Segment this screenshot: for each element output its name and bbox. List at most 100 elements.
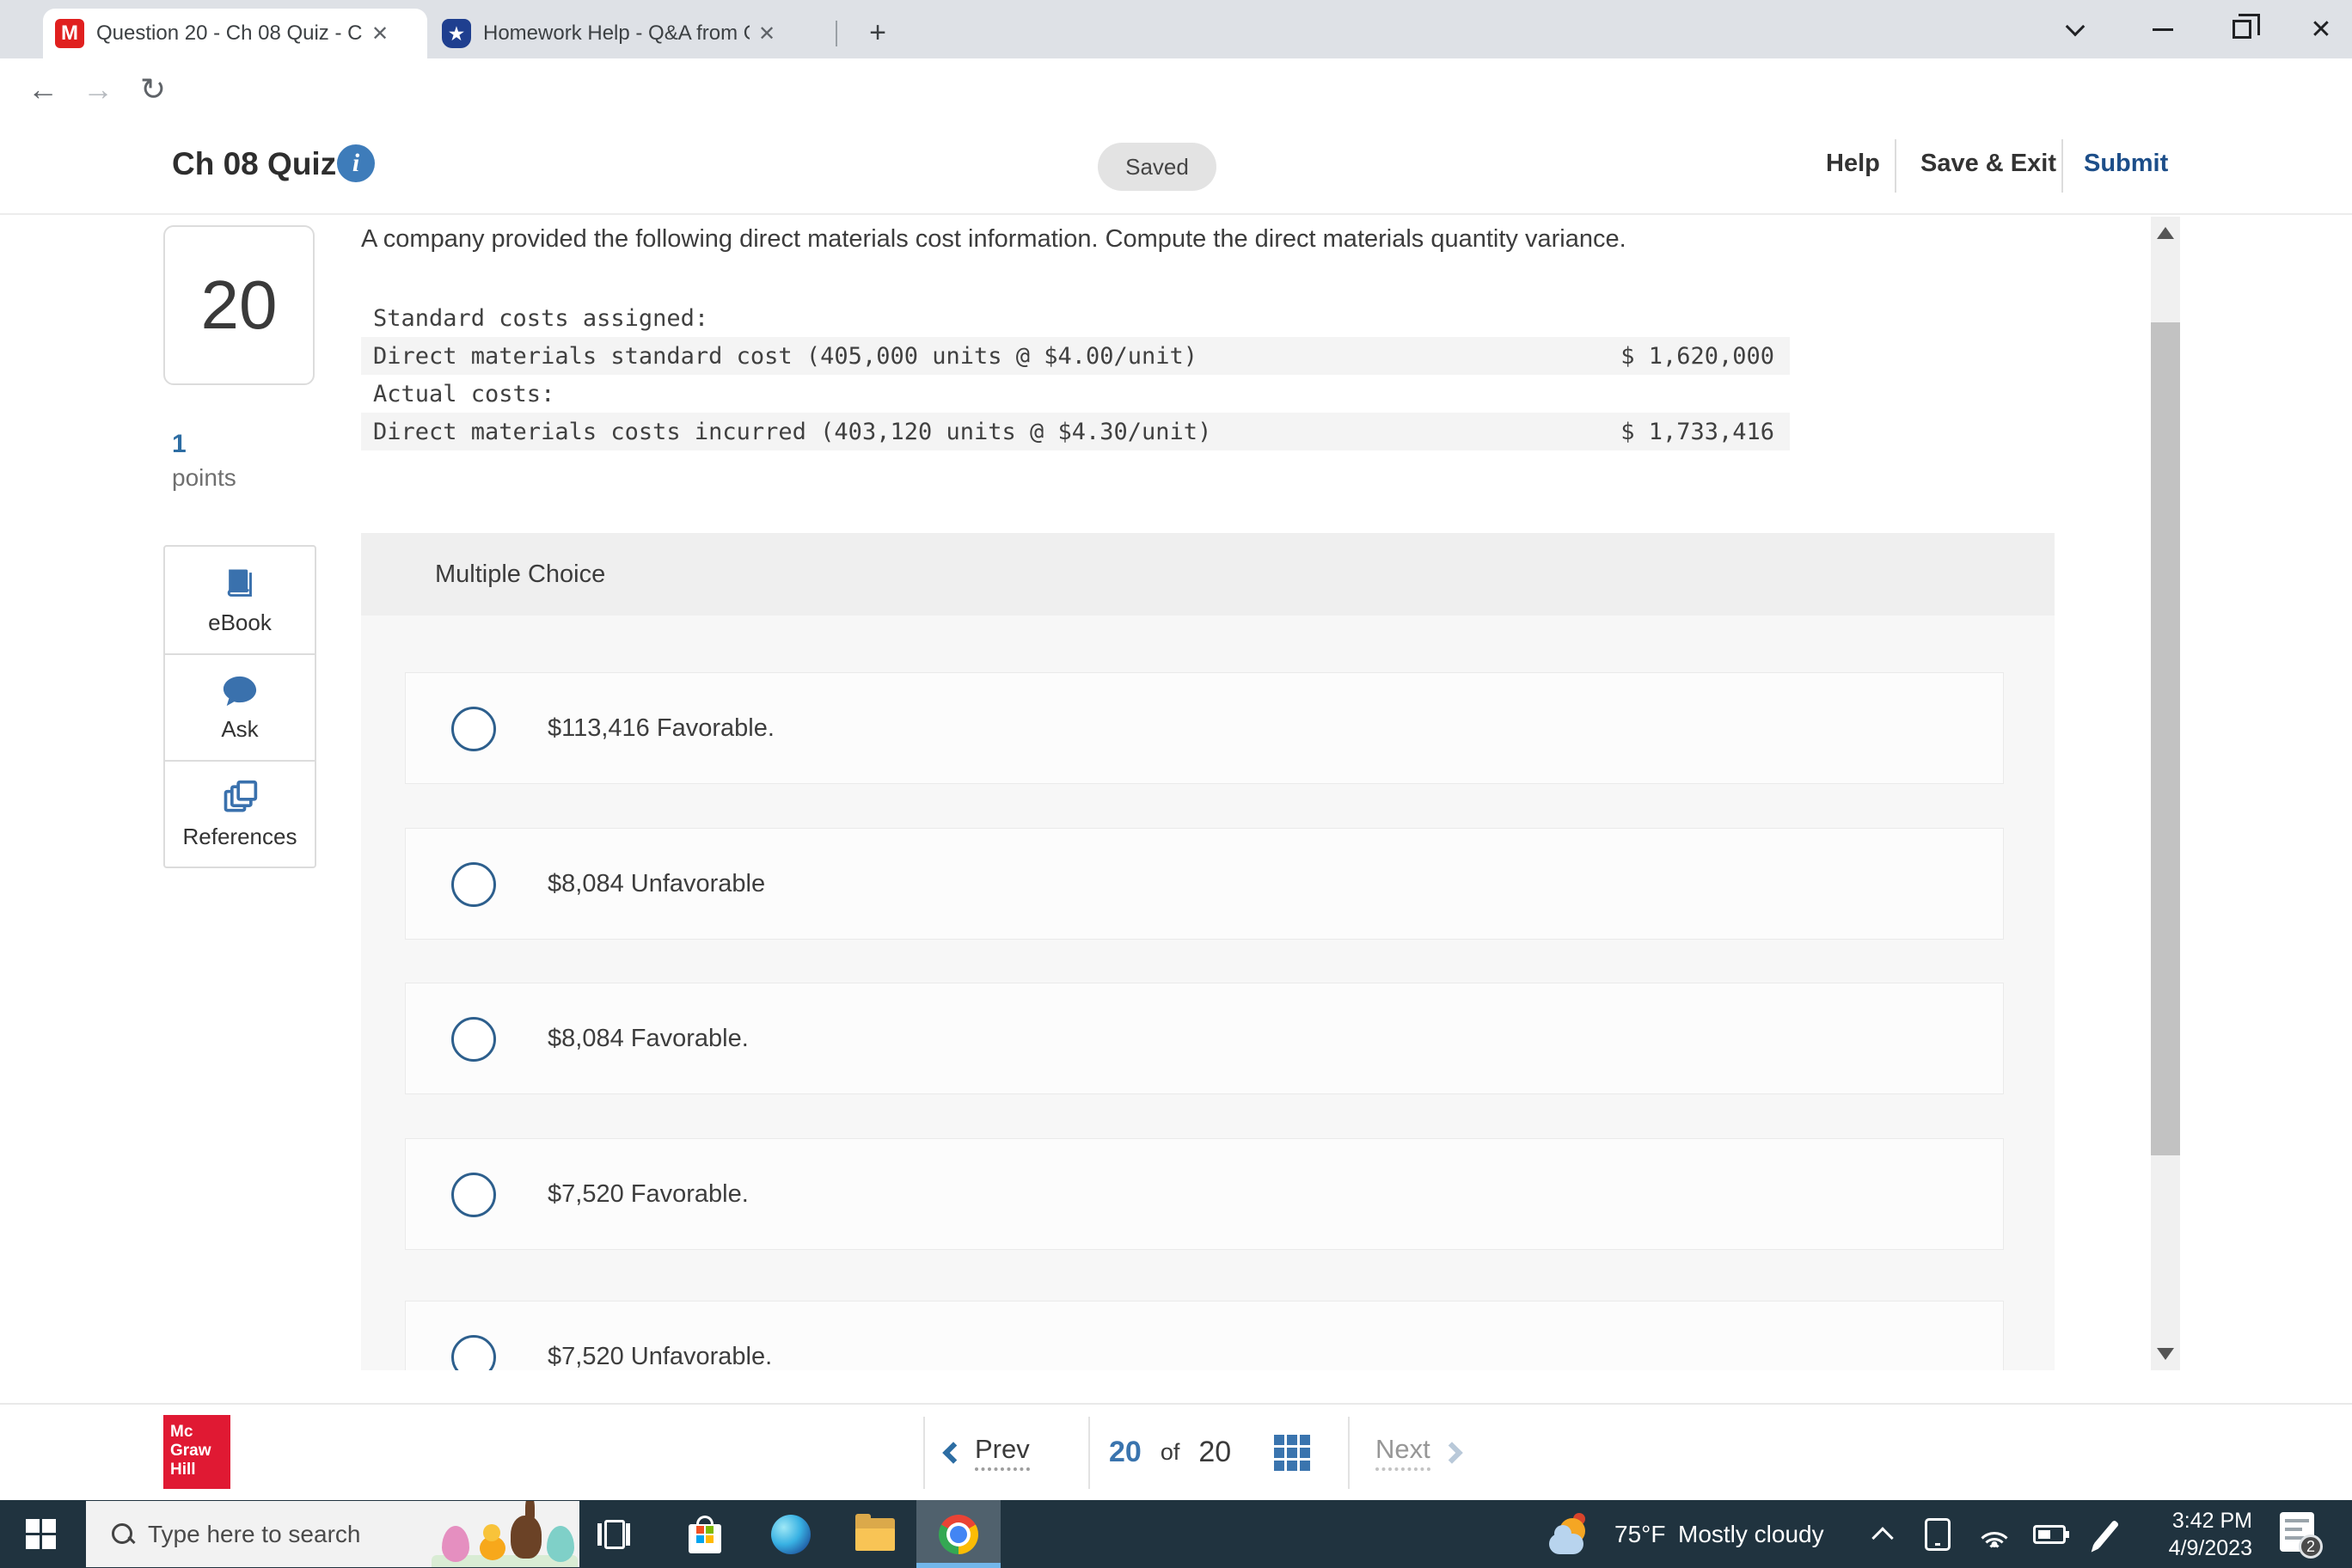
weather-desc[interactable]: Mostly cloudy xyxy=(1678,1500,1824,1568)
radio-button[interactable] xyxy=(451,1173,496,1217)
question-type-band: Multiple Choice xyxy=(361,533,2055,616)
chevron-right-icon xyxy=(1441,1441,1463,1464)
ask-button[interactable]: Ask xyxy=(165,653,315,760)
tablet-sync-icon[interactable] xyxy=(1910,1500,1965,1568)
question-prompt: A company provided the following direct … xyxy=(361,225,1626,253)
tab-search-icon[interactable] xyxy=(2055,12,2096,46)
taskbar-clock[interactable]: 3:42 PM 4/9/2023 xyxy=(2098,1500,2252,1568)
chevron-left-icon xyxy=(942,1441,965,1464)
close-window-button[interactable]: ✕ xyxy=(2300,12,2342,46)
row-label: Direct materials costs incurred (403,120… xyxy=(373,418,1212,445)
notification-badge: 2 xyxy=(2299,1534,2323,1559)
references-label: References xyxy=(182,823,297,849)
option-b[interactable]: $8,084 Unfavorable xyxy=(405,828,2004,940)
table-row: Direct materials standard cost (405,000 … xyxy=(361,337,1790,375)
ask-label: Ask xyxy=(221,715,259,742)
reload-icon[interactable]: ↻ xyxy=(129,58,177,120)
notification-center-icon[interactable]: 2 xyxy=(2280,1512,2323,1559)
tab-separator xyxy=(836,21,837,46)
time: 3:42 PM xyxy=(2171,1508,2252,1533)
radio-button[interactable] xyxy=(451,707,496,751)
footer-separator xyxy=(1088,1417,1090,1489)
tab-question-20[interactable]: M Question 20 - Ch 08 Quiz - Conn ✕ xyxy=(43,9,427,58)
weather-icon[interactable] xyxy=(1532,1500,1614,1568)
quiz-title: Ch 08 Quiz xyxy=(172,146,337,181)
easter-decoration xyxy=(429,1501,579,1567)
desktop-screen: M Question 20 - Ch 08 Quiz - Conn ✕ ★ Ho… xyxy=(0,0,2352,1568)
scrollbar-thumb[interactable] xyxy=(2151,322,2180,1155)
question-number-card: 20 xyxy=(163,225,315,385)
edge-icon[interactable] xyxy=(750,1500,832,1568)
wifi-icon[interactable] xyxy=(1967,1500,2022,1568)
row-label: Direct materials standard cost (405,000 … xyxy=(373,342,1198,370)
info-icon[interactable]: i xyxy=(337,144,375,182)
option-a[interactable]: $113,416 Favorable. xyxy=(405,672,2004,784)
radio-button[interactable] xyxy=(451,1017,496,1062)
mcgraw-hill-logo: Mc Graw Hill xyxy=(163,1415,230,1489)
windows-taskbar: Type here to search 75°F Mostly cloudy 3… xyxy=(0,1500,2352,1568)
help-link[interactable]: Help xyxy=(1826,150,1880,178)
row-amount: $ 1,620,000 xyxy=(1620,342,1774,370)
task-view-icon[interactable] xyxy=(573,1500,655,1568)
scroll-down-icon[interactable] xyxy=(2157,1348,2174,1360)
quiz-header: Ch 08 Quiz i Saved Help Save & Exit Subm… xyxy=(0,120,2352,215)
option-label: $8,084 Favorable. xyxy=(548,1024,749,1052)
points-label: points xyxy=(172,464,236,491)
footer-separator xyxy=(923,1417,925,1489)
current-page: 20 xyxy=(1109,1436,1142,1468)
date: 4/9/2023 xyxy=(2168,1535,2252,1560)
minimize-button[interactable] xyxy=(2142,12,2184,46)
option-c[interactable]: $8,084 Favorable. xyxy=(405,983,2004,1094)
question-number: 20 xyxy=(200,266,278,343)
start-button-icon[interactable] xyxy=(26,1519,56,1549)
question-tools: eBook Ask References xyxy=(163,545,316,868)
answer-options: $113,416 Favorable. $8,084 Unfavorable $… xyxy=(361,616,2055,1370)
table-row: Direct materials costs incurred (403,120… xyxy=(361,413,1790,450)
submit-link[interactable]: Submit xyxy=(2084,150,2168,178)
page-indicator: 20 of 20 xyxy=(1109,1405,1311,1500)
question-type-label: Multiple Choice xyxy=(435,560,606,588)
ebook-button[interactable]: eBook xyxy=(165,547,315,653)
microsoft-store-icon[interactable] xyxy=(664,1500,746,1568)
row-amount: $ 1,733,416 xyxy=(1620,418,1774,445)
content-scrollbar[interactable] xyxy=(2151,217,2180,1370)
total-pages: 20 xyxy=(1198,1436,1232,1468)
row-label: Standard costs assigned: xyxy=(373,304,709,332)
references-button[interactable]: References xyxy=(165,760,315,867)
tab-close-icon[interactable]: ✕ xyxy=(371,21,389,46)
radio-button[interactable] xyxy=(451,1335,496,1370)
prev-button[interactable]: Prev xyxy=(942,1405,1030,1500)
mcgraw-favicon: M xyxy=(55,19,84,48)
weather-temp[interactable]: 75°F xyxy=(1614,1500,1665,1568)
save-exit-link[interactable]: Save & Exit xyxy=(1920,150,2056,178)
show-hidden-icons-chevron[interactable] xyxy=(1855,1500,1910,1568)
ebook-label: eBook xyxy=(208,609,272,635)
restore-button[interactable] xyxy=(2221,12,2263,46)
prev-label[interactable]: Prev xyxy=(975,1434,1030,1471)
forward-icon: → xyxy=(83,71,113,107)
tab-homework-help[interactable]: ★ Homework Help - Q&A from Onl ✕ xyxy=(430,9,827,58)
tab-close-icon[interactable]: ✕ xyxy=(758,21,775,46)
question-map-grid-icon[interactable] xyxy=(1274,1434,1311,1471)
chrome-taskbar-button[interactable] xyxy=(916,1500,1001,1568)
pages-icon xyxy=(224,780,258,812)
table-row: Actual costs: xyxy=(361,375,1790,413)
battery-icon[interactable] xyxy=(2022,1500,2077,1568)
browser-tab-bar: M Question 20 - Ch 08 Quiz - Conn ✕ ★ Ho… xyxy=(0,0,2352,58)
scroll-up-icon[interactable] xyxy=(2157,227,2174,239)
back-icon[interactable]: ← xyxy=(19,58,67,120)
taskbar-search[interactable]: Type here to search xyxy=(86,1501,579,1567)
next-label[interactable]: Next xyxy=(1375,1434,1430,1471)
tab-title: Homework Help - Q&A from Onl xyxy=(483,21,750,45)
radio-button[interactable] xyxy=(451,862,496,907)
new-tab-button[interactable]: + xyxy=(860,15,896,52)
file-explorer-icon[interactable] xyxy=(834,1500,916,1568)
option-label: $7,520 Favorable. xyxy=(548,1179,749,1208)
cost-table: Standard costs assigned: Direct material… xyxy=(361,299,1790,450)
header-divider xyxy=(1895,139,1896,193)
option-d[interactable]: $7,520 Favorable. xyxy=(405,1138,2004,1250)
next-button[interactable]: Next xyxy=(1375,1405,1463,1500)
of-label: of xyxy=(1160,1439,1180,1465)
table-row: Standard costs assigned: xyxy=(361,299,1790,337)
option-e[interactable]: $7,520 Unfavorable. xyxy=(405,1301,2004,1370)
